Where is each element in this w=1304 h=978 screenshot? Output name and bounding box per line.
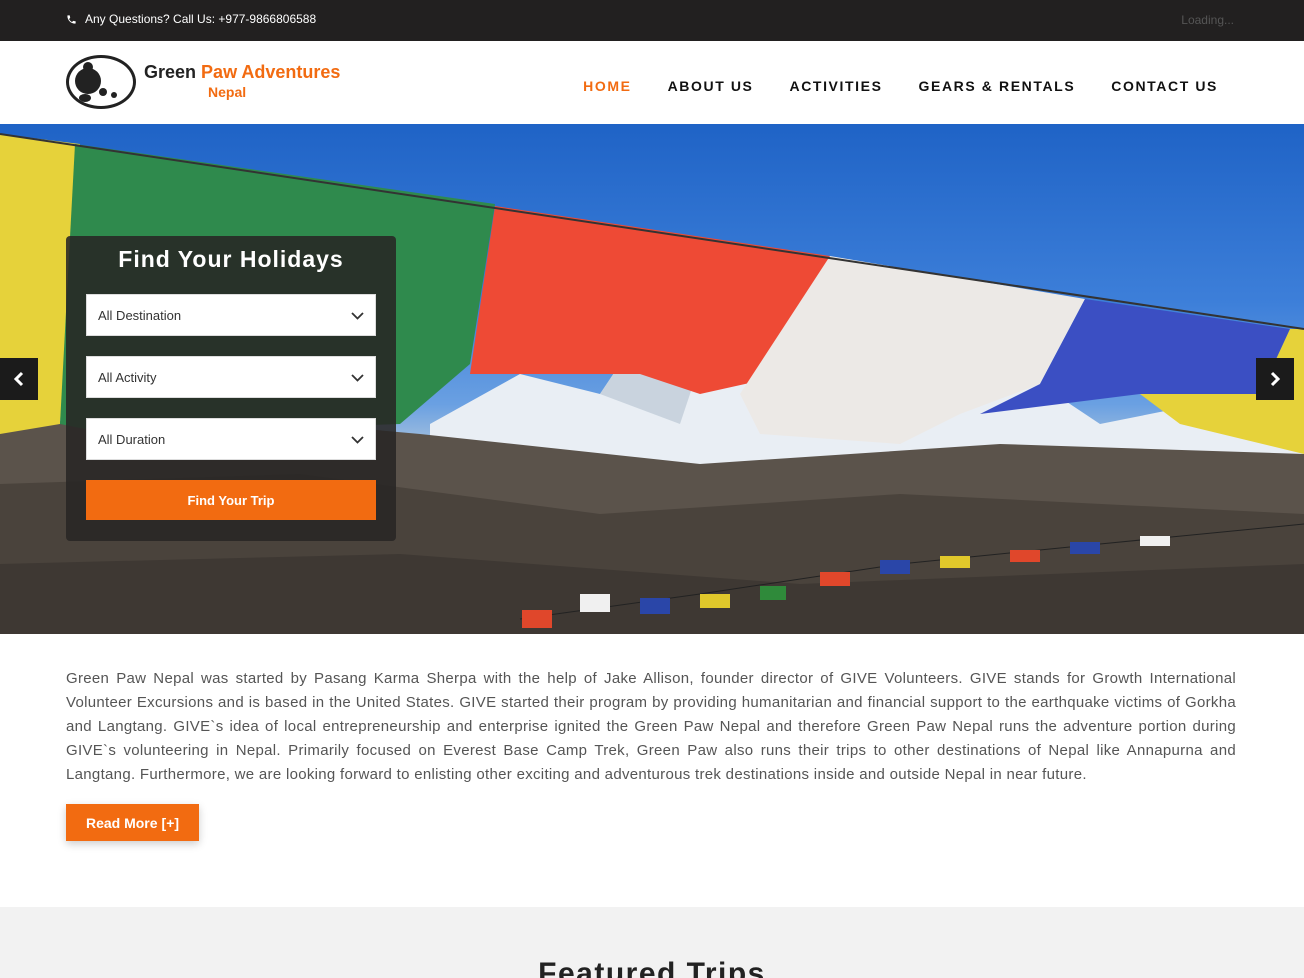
hero-slider: Find Your Holidays All Destination All A…: [0, 124, 1304, 634]
nav-item-about-us[interactable]: ABOUT US: [668, 78, 754, 94]
chevron-down-icon: [351, 374, 364, 382]
phone-icon: [67, 14, 76, 24]
read-more-label: Read More: [85, 814, 158, 831]
nav-item-home[interactable]: HOME: [583, 78, 631, 94]
chevron-right-icon: [1270, 371, 1281, 387]
nav-item-gears-rentals[interactable]: GEARS & RENTALS: [919, 78, 1076, 94]
duration-select[interactable]: All Duration: [86, 418, 376, 460]
slider-prev-button[interactable]: [0, 358, 38, 400]
activity-select[interactable]: All Activity: [86, 356, 376, 398]
finder-title: Find Your Holidays: [118, 246, 344, 272]
logo-name-part2: Paw Adventures: [201, 62, 341, 82]
phone-text: Any Questions? Call Us: +977-9866806588: [85, 12, 317, 26]
chevron-down-icon: [351, 312, 364, 320]
featured-trips-section: Featured Trips: [0, 907, 1304, 978]
duration-select-value: All Duration: [98, 431, 166, 447]
site-logo[interactable]: Green Paw Adventures Nepal: [66, 55, 340, 109]
logo-badge-icon: [66, 55, 136, 109]
logo-subtitle: Nepal: [208, 84, 247, 100]
slider-next-button[interactable]: [1256, 358, 1294, 400]
site-header: Green Paw Adventures Nepal HOME ABOUT US…: [0, 41, 1304, 124]
read-more-button[interactable]: Read More [+]: [66, 804, 199, 841]
chevron-down-icon: [351, 436, 364, 444]
loading-text: Loading...: [1181, 13, 1234, 27]
about-paragraph: Green Paw Nepal was started by Pasang Ka…: [66, 670, 1236, 783]
nav-item-contact-us[interactable]: CONTACT US: [1111, 78, 1218, 94]
destination-select-value: All Destination: [98, 307, 182, 323]
destination-select[interactable]: All Destination: [86, 294, 376, 336]
nav-item-activities[interactable]: ACTIVITIES: [790, 78, 883, 94]
chevron-left-icon: [13, 371, 24, 387]
find-trip-button[interactable]: Find Your Trip: [86, 480, 376, 520]
plus-icon: [+]: [161, 814, 180, 831]
contact-phone[interactable]: Any Questions? Call Us: +977-9866806588: [66, 12, 316, 26]
logo-text: Green Paw Adventures Nepal: [144, 62, 340, 102]
activity-select-value: All Activity: [98, 369, 157, 385]
top-bar: Any Questions? Call Us: +977-9866806588 …: [0, 0, 1304, 41]
trip-finder-panel: Find Your Holidays All Destination All A…: [66, 236, 396, 541]
main-nav: HOME ABOUT US ACTIVITIES GEARS & RENTALS…: [583, 78, 1218, 94]
featured-trips-title: Featured Trips: [538, 957, 766, 978]
logo-name-part1: Green: [144, 62, 197, 82]
